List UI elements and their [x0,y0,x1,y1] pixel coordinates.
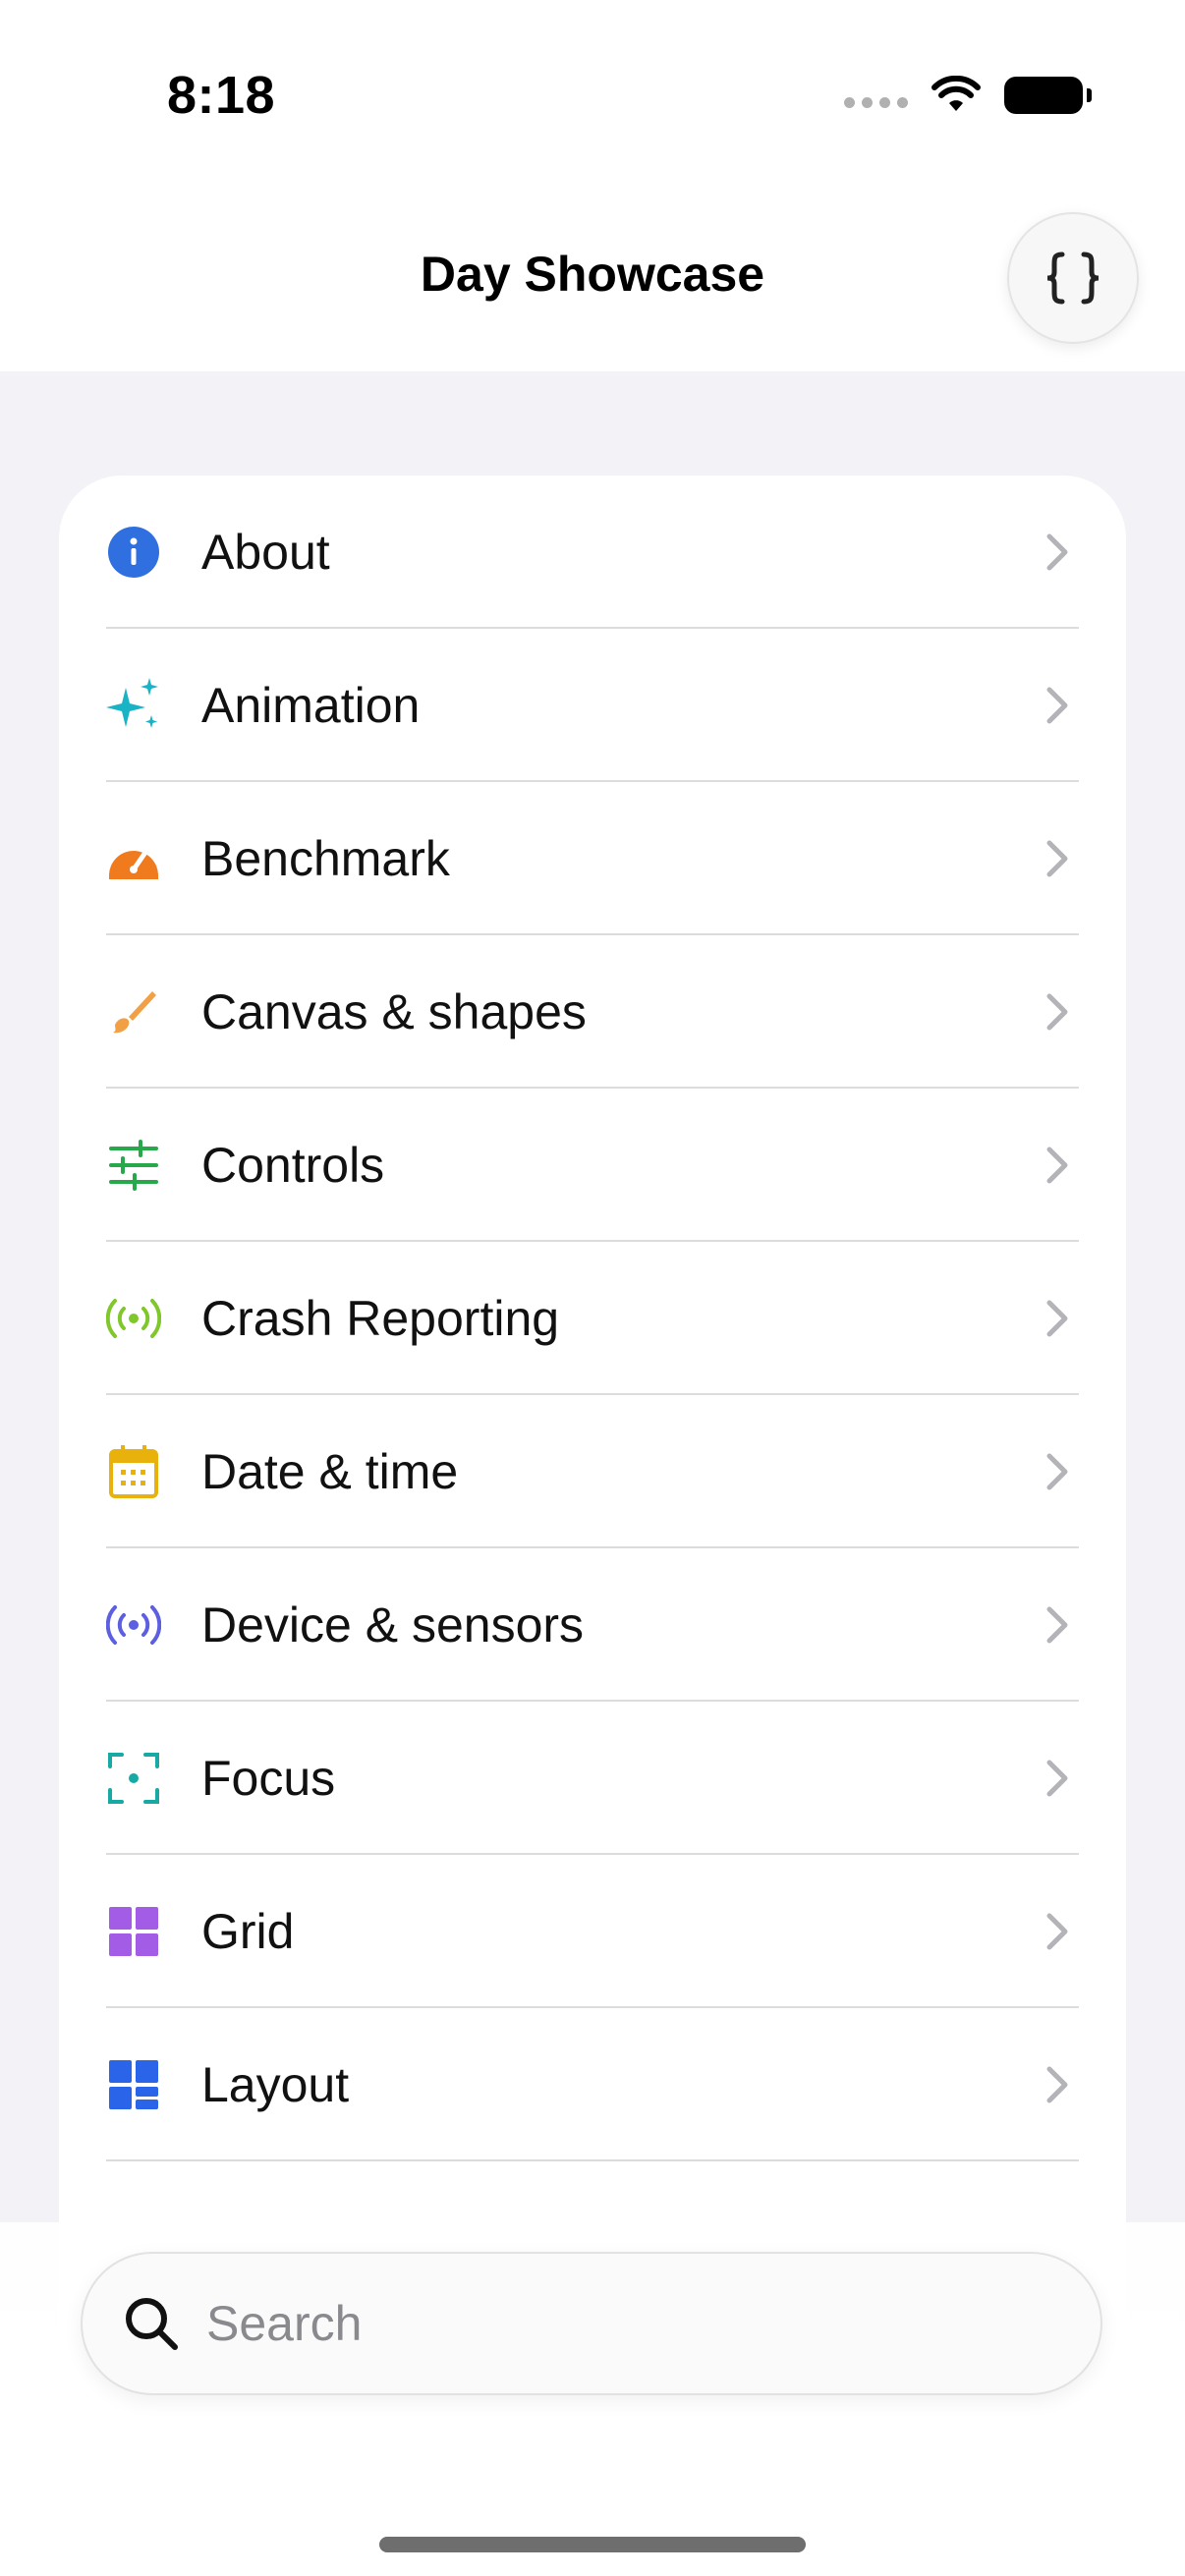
focus-icon [106,1751,161,1806]
list-item-label: Canvas & shapes [201,984,587,1039]
gauge-icon [106,831,161,886]
paintbrush-icon [106,984,161,1039]
home-indicator [379,2537,806,2552]
chevron-right-icon [1046,1147,1068,1184]
search-field[interactable]: Search [81,2252,1102,2395]
list-item-label: Date & time [201,1444,459,1499]
sparkles-icon [106,678,161,733]
layout-icon [106,2057,161,2112]
screen: 8:18 Day Showcase About Animation Benchm… [0,0,1185,2576]
info-icon [106,525,161,580]
menu-list: About Animation Benchmark Canvas & shape… [59,476,1126,2342]
calendar-icon [106,1444,161,1499]
chevron-right-icon [1046,1453,1068,1490]
list-item-controls[interactable]: Controls [59,1089,1126,1242]
chevron-right-icon [1046,2066,1068,2103]
list-item-label: Animation [201,678,421,733]
broadcast-icon [106,1291,161,1346]
chevron-right-icon [1046,1760,1068,1797]
list-item-layout[interactable]: Layout [59,2008,1126,2161]
magnifier-icon [126,2298,178,2350]
chevron-right-icon [1046,533,1068,571]
list-item-animation[interactable]: Animation [59,629,1126,782]
list-item-label: About [201,525,330,580]
chevron-right-icon [1046,687,1068,724]
list-item-benchmark[interactable]: Benchmark [59,782,1126,935]
chevron-right-icon [1046,1606,1068,1644]
curly-braces-icon [1046,252,1100,305]
list-item-about[interactable]: About [59,476,1126,629]
list-item-label: Focus [201,1751,336,1806]
list-item-label: Grid [201,1904,295,1959]
list-item-label: Controls [201,1138,385,1193]
battery-icon [1004,77,1092,114]
list-item-date-time[interactable]: Date & time [59,1395,1126,1548]
sliders-icon [106,1138,161,1193]
code-button[interactable] [1007,212,1139,344]
wifi-icon [931,76,981,111]
list-item-label: Benchmark [201,831,450,886]
status-time: 8:18 [167,66,276,125]
chevron-right-icon [1046,840,1068,877]
list-item-grid[interactable]: Grid [59,1855,1126,2008]
list-item-focus[interactable]: Focus [59,1702,1126,1855]
list-item-crash-reporting[interactable]: Crash Reporting [59,1242,1126,1395]
list-item-canvas-shapes[interactable]: Canvas & shapes [59,935,1126,1089]
chevron-right-icon [1046,993,1068,1031]
status-icons [844,71,1092,120]
chevron-right-icon [1046,1913,1068,1950]
list-item-label: Crash Reporting [201,1291,560,1346]
divider [106,2159,1079,2161]
list-item-label: Layout [201,2057,350,2112]
chevron-right-icon [1046,1300,1068,1337]
cellular-icon [844,96,908,108]
header: 8:18 Day Showcase [0,0,1185,371]
grid-icon [106,1904,161,1959]
sensor-icon [106,1597,161,1652]
list-item-label: Device & sensors [201,1597,585,1652]
search-placeholder: Search [206,2296,363,2351]
list-item-device-sensors[interactable]: Device & sensors [59,1548,1126,1702]
